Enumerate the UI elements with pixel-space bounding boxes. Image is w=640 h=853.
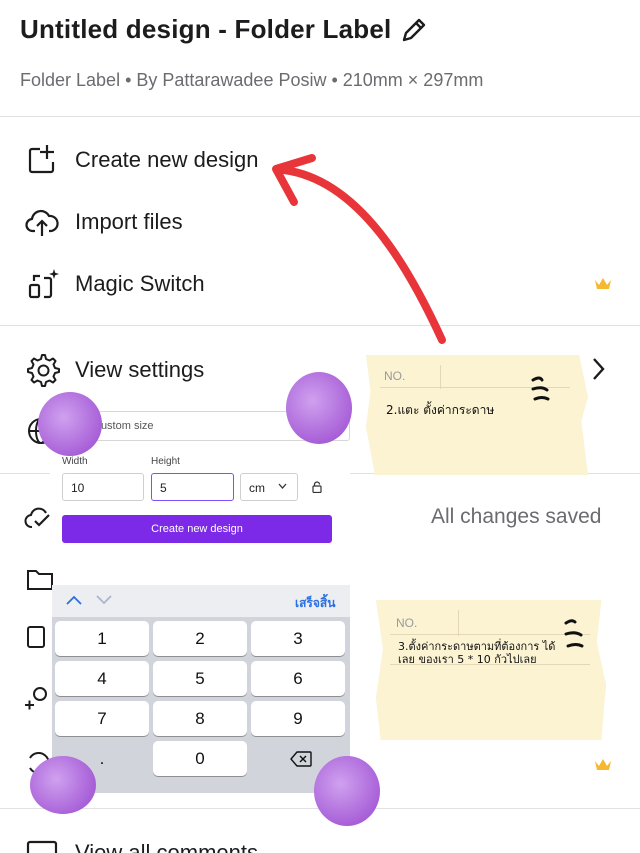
note-line bbox=[390, 634, 590, 635]
menu-label: Magic Switch bbox=[75, 271, 205, 296]
menu-item-magic-switch[interactable]: Magic Switch bbox=[0, 259, 640, 309]
key-7[interactable]: 7 bbox=[55, 701, 149, 736]
note-label: NO. bbox=[384, 369, 406, 383]
key-1[interactable]: 1 bbox=[55, 621, 149, 656]
menu-label: View settings bbox=[75, 357, 205, 382]
divider bbox=[0, 116, 640, 117]
height-label: Height bbox=[151, 456, 180, 467]
crown-icon bbox=[595, 278, 611, 289]
key-5[interactable]: 5 bbox=[153, 661, 247, 696]
purple-blob bbox=[38, 392, 102, 456]
key-4[interactable]: 4 bbox=[55, 661, 149, 696]
width-label: Width bbox=[62, 456, 88, 467]
design-info: Folder Label • By Pattarawadee Posiw • 2… bbox=[20, 70, 484, 90]
chevron-down-icon[interactable] bbox=[96, 595, 112, 605]
emphasis-marks bbox=[564, 619, 584, 648]
chevron-right-icon[interactable] bbox=[588, 356, 608, 382]
add-person-icon bbox=[25, 687, 47, 710]
sticky-note: NO. 2.แตะ ตั้งค่ากระดาษ bbox=[366, 355, 588, 475]
purple-blob bbox=[286, 372, 352, 444]
backspace-icon[interactable] bbox=[290, 751, 312, 767]
width-input[interactable]: 10 bbox=[62, 473, 144, 501]
folder-icon bbox=[27, 570, 53, 590]
note-line bbox=[440, 365, 441, 389]
menu-item-create-new-design[interactable]: Create new design bbox=[0, 135, 640, 185]
pencil-icon[interactable] bbox=[398, 14, 430, 46]
unit-select[interactable]: cm bbox=[240, 473, 298, 501]
note-label: NO. bbox=[396, 616, 418, 630]
page-title: Untitled design - Folder Label bbox=[20, 14, 392, 44]
lock-icon[interactable] bbox=[312, 481, 322, 493]
save-status: All changes saved bbox=[431, 505, 602, 528]
menu-item-import-files[interactable]: Import files bbox=[0, 197, 640, 247]
sticky-note: NO. 3.ตั้งค่ากระดาษตามที่ต้องการ ได้เลย … bbox=[376, 600, 606, 740]
key-2[interactable]: 2 bbox=[153, 621, 247, 656]
cloud-upload-icon bbox=[25, 209, 59, 236]
canva-mobile-menu: Untitled design - Folder Label Folder La… bbox=[0, 0, 640, 853]
crown-icon bbox=[595, 759, 611, 770]
purple-blob bbox=[314, 756, 380, 826]
purple-blob bbox=[30, 756, 96, 814]
custom-size-placeholder: Custom size bbox=[93, 420, 154, 432]
menu-label: Create new design bbox=[75, 147, 259, 172]
emphasis-marks bbox=[531, 376, 550, 401]
height-input[interactable]: 5 bbox=[151, 473, 234, 501]
comment-icon bbox=[26, 840, 58, 853]
menu-label: View all comments bbox=[75, 840, 258, 853]
copy-icon bbox=[27, 626, 45, 648]
note-text: 2.แตะ ตั้งค่ากระดาษ bbox=[386, 403, 495, 417]
menu-item-view-all-comments[interactable]: View all comments bbox=[0, 828, 640, 853]
numeric-keyboard: เสร็จสิ้น 1 2 3 4 5 6 7 8 9 . 0 bbox=[52, 585, 350, 793]
create-design-button[interactable]: Create new design bbox=[62, 515, 332, 543]
key-9[interactable]: 9 bbox=[251, 701, 345, 736]
gear-icon bbox=[27, 354, 60, 387]
menu-label: Import files bbox=[75, 209, 183, 234]
key-6[interactable]: 6 bbox=[251, 661, 345, 696]
magic-switch-icon bbox=[28, 269, 59, 299]
key-3[interactable]: 3 bbox=[251, 621, 345, 656]
chevron-up-icon[interactable] bbox=[66, 595, 82, 605]
plus-square-icon bbox=[28, 145, 55, 174]
note-text: 3.ตั้งค่ากระดาษตามที่ต้องการ ได้เลย ของเ… bbox=[398, 640, 556, 666]
chevron-down-icon bbox=[278, 483, 287, 489]
note-line bbox=[458, 610, 459, 636]
key-8[interactable]: 8 bbox=[153, 701, 247, 736]
divider bbox=[0, 325, 640, 326]
key-0[interactable]: 0 bbox=[153, 741, 247, 776]
keyboard-done-button[interactable]: เสร็จสิ้น bbox=[295, 594, 335, 613]
